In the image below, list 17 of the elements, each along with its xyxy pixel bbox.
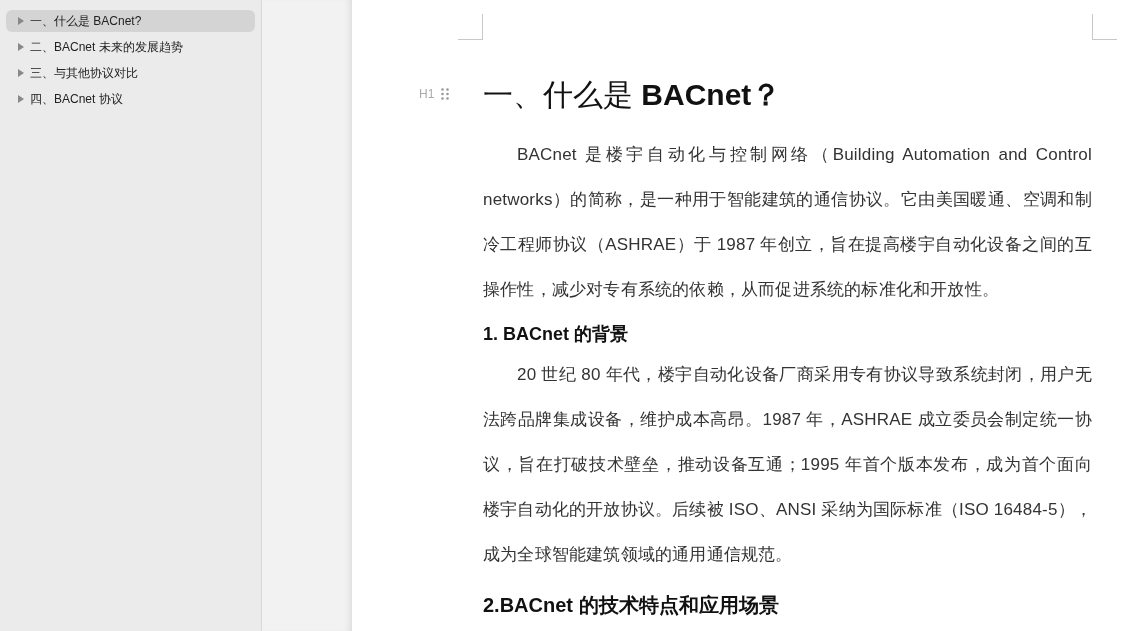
expand-triangle-icon[interactable] <box>18 95 24 103</box>
heading-level-marker: H1 <box>419 86 435 103</box>
outline-item[interactable]: 四、BACnet 协议 <box>6 88 255 110</box>
expand-triangle-icon[interactable] <box>18 43 24 51</box>
document-title: 一、什么是 BACnet？ <box>483 76 782 113</box>
section-heading: 2.BACnet 的技术特点和应用场景 <box>483 593 780 618</box>
page-corner-mark <box>1092 14 1117 40</box>
body-paragraph: BACnet 是楼宇自动化与控制网络（Building Automation and Control networks）的简称，是一种用于智能建筑的通信协议。它由美国暖通、空调和制冷工程师协议（ASHRAE）于 1987 年创立，旨在提高楼宇自动化设备之间的互操作性，减少对专有系统的依赖，从而促进系统的标准化和开放性。 <box>483 144 1092 301</box>
expand-triangle-icon[interactable] <box>18 69 24 77</box>
section-heading: 1. BACnet 的背景 <box>483 323 629 346</box>
outline-item[interactable]: 三、与其他协议对比 <box>6 62 255 84</box>
outline-item[interactable]: 二、BACnet 未来的发展趋势 <box>6 36 255 58</box>
drag-handle-icon[interactable] <box>441 88 449 100</box>
outline-item[interactable]: 一、什么是 BACnet? <box>6 10 255 32</box>
expand-triangle-icon[interactable] <box>18 17 24 25</box>
body-paragraph: 20 世纪 80 年代，楼宇自动化设备厂商采用专有协议导致系统封闭，用户无法跨品牌集成设备，维护成本高昂。1987 年，ASHRAE 成立委员会制定统一协议，旨在打破技术壁垒，推动设备互通；1995 年首个版本发布，成为首个面向楼宇自动化的开放协议。后续被 ISO、ANSI 采纳为国际标准（ISO 16484-5），成为全球智能建筑领域的通用通信规范。 <box>483 364 1092 566</box>
page-corner-mark <box>458 14 483 40</box>
